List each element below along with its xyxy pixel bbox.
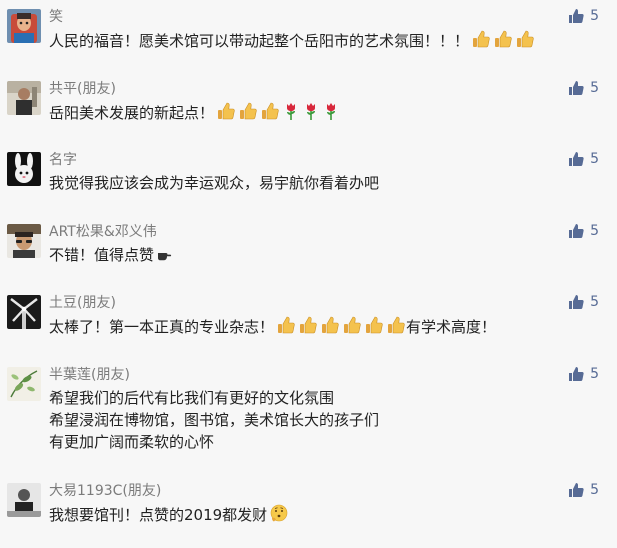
- avatar[interactable]: [7, 295, 41, 329]
- thumbs-up-emoji-icon: [386, 315, 406, 335]
- avatar[interactable]: [7, 152, 41, 186]
- comment-line: 有更加广阔而柔软的心怀: [49, 433, 215, 451]
- comment-trailing-text: 有学术高度！: [406, 318, 497, 336]
- thinking-face-icon: [269, 503, 289, 523]
- comment-line: 不错！值得点赞: [49, 246, 155, 264]
- comment-line: 人民的福音！愿美术馆可以带动起整个岳阳市的艺术氛围！！！: [49, 32, 470, 50]
- avatar[interactable]: [7, 224, 41, 258]
- thumbs-up-emoji-icon: [238, 101, 258, 121]
- comment-text: 我觉得我应该会成为幸运观众，易宇航你看着办吧: [49, 172, 379, 194]
- like-number: 5: [590, 482, 599, 498]
- like-number: 5: [590, 294, 599, 310]
- comment-text: 我想要馆刊！点赞的2019都发财: [49, 503, 289, 526]
- comment-text: 人民的福音！愿美术馆可以带动起整个岳阳市的艺术氛围！！！: [49, 29, 535, 52]
- thumbs-up-emoji-icon: [515, 29, 535, 49]
- thumbs-up-emoji-icon: [276, 315, 296, 335]
- like-number: 5: [590, 80, 599, 96]
- commenter-name[interactable]: 共平(朋友): [49, 80, 116, 98]
- like-count[interactable]: 5: [568, 150, 599, 168]
- thumbs-up-icon[interactable]: [568, 366, 584, 382]
- comment-line: 希望浸润在博物馆，图书馆，美术馆长大的孩子们: [49, 411, 380, 429]
- thumbs-up-emoji-icon: [320, 315, 340, 335]
- comment-line: 太棒了！第一本正真的专业杂志！: [49, 318, 275, 336]
- like-number: 5: [590, 151, 599, 167]
- like-count[interactable]: 5: [568, 7, 599, 25]
- avatar[interactable]: [7, 81, 41, 115]
- thumbs-up-icon[interactable]: [568, 294, 584, 310]
- like-count[interactable]: 5: [568, 293, 599, 311]
- commenter-name[interactable]: ART松果&邓义伟: [49, 223, 157, 241]
- avatar[interactable]: [7, 367, 41, 401]
- comment-text: 不错！值得点赞: [49, 244, 172, 266]
- commenter-name[interactable]: 大易1193C(朋友): [49, 482, 161, 500]
- comment-line: 岳阳美术发展的新起点！: [49, 104, 215, 122]
- comment-line: 希望我们的后代有比我们有更好的文化氛围: [49, 389, 335, 407]
- thumbs-up-emoji-icon: [342, 315, 362, 335]
- thumbs-up-icon[interactable]: [568, 80, 584, 96]
- commenter-name[interactable]: 土豆(朋友): [49, 294, 116, 312]
- commenter-name[interactable]: 半葉莲(朋友): [49, 366, 130, 384]
- thumbs-up-emoji-icon: [216, 101, 236, 121]
- commenter-name[interactable]: 笑: [49, 8, 63, 26]
- comment-text: 太棒了！第一本正真的专业杂志！ 有学术高度！: [49, 315, 496, 338]
- like-number: 5: [590, 223, 599, 239]
- thumbs-up-emoji-icon: [260, 101, 280, 121]
- comment-line: 我想要馆刊！点赞的2019都发财: [49, 506, 268, 524]
- thumbs-up-emoji-icon: [493, 29, 513, 49]
- like-number: 5: [590, 366, 599, 382]
- thumbs-up-emoji-icon: [364, 315, 384, 335]
- like-count[interactable]: 5: [568, 481, 599, 499]
- comment-text: 希望我们的后代有比我们有更好的文化氛围 希望浸润在博物馆，图书馆，美术馆长大的孩…: [49, 387, 379, 453]
- like-number: 5: [590, 8, 599, 24]
- avatar[interactable]: [7, 483, 41, 517]
- thumbs-up-icon[interactable]: [568, 223, 584, 239]
- rose-icon: [282, 101, 300, 121]
- like-count[interactable]: 5: [568, 79, 599, 97]
- commenter-name[interactable]: 名字: [49, 151, 77, 169]
- pointing-hand-icon: [156, 247, 172, 263]
- rose-icon: [322, 101, 340, 121]
- thumbs-up-emoji-icon: [298, 315, 318, 335]
- thumbs-up-emoji-icon: [471, 29, 491, 49]
- comment-line: 我觉得我应该会成为幸运观众，易宇航你看着办吧: [49, 174, 380, 192]
- thumbs-up-icon[interactable]: [568, 482, 584, 498]
- rose-icon: [302, 101, 320, 121]
- like-count[interactable]: 5: [568, 222, 599, 240]
- thumbs-up-icon[interactable]: [568, 151, 584, 167]
- like-count[interactable]: 5: [568, 365, 599, 383]
- avatar[interactable]: [7, 9, 41, 43]
- comment-text: 岳阳美术发展的新起点！: [49, 101, 340, 124]
- thumbs-up-icon[interactable]: [568, 8, 584, 24]
